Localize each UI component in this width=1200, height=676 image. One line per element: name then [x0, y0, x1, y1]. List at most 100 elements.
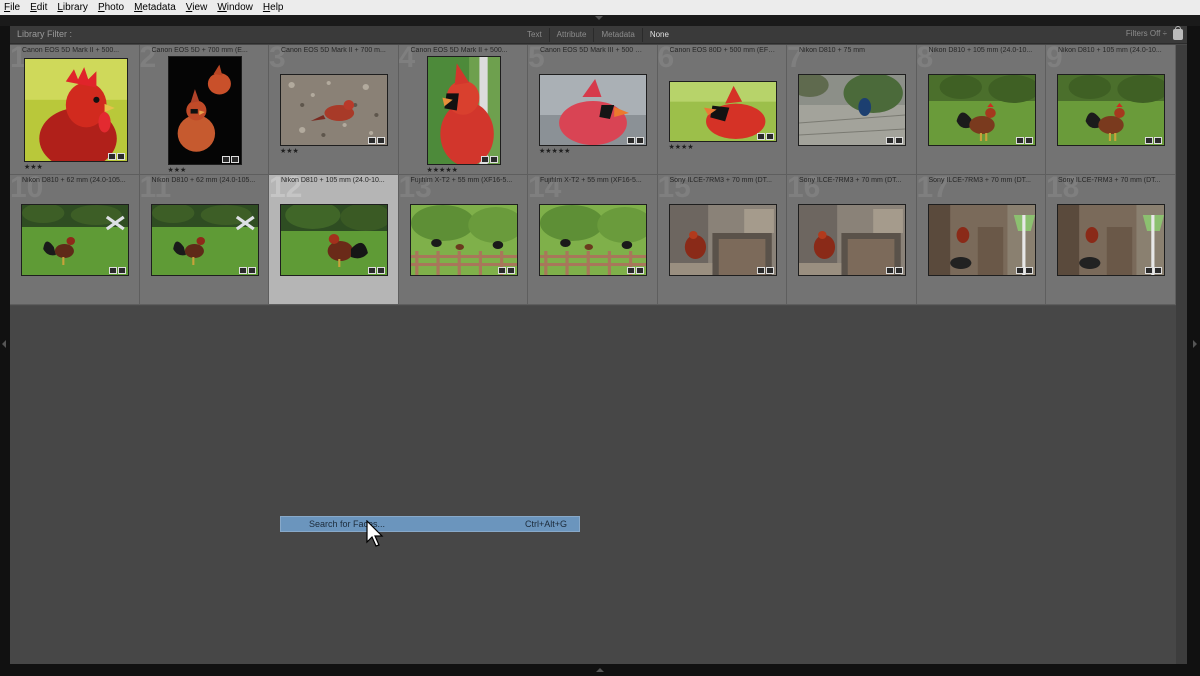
edit-badge-icon[interactable] — [480, 156, 489, 163]
photo-thumbnail[interactable] — [24, 58, 128, 162]
edit-badge-icon[interactable] — [1024, 137, 1033, 144]
filters-off-dropdown[interactable]: Filters Off ÷ — [1126, 29, 1167, 38]
thumbnail-cell[interactable]: 2 Canon EOS 5D + 700 mm (E... ★★★ — [139, 45, 269, 175]
search-for-faces-menu-item[interactable]: Search for Faces... Ctrl+Alt+G — [280, 516, 580, 532]
edit-badge-icon[interactable] — [627, 267, 635, 274]
photo-thumbnail[interactable] — [21, 204, 129, 276]
photo-thumbnail[interactable] — [280, 204, 388, 276]
metadata-badges[interactable] — [627, 137, 644, 144]
thumbnail-cell[interactable]: 5 Canon EOS 5D Mark III + 500 m... ★★★★★ — [528, 45, 658, 175]
metadata-badges[interactable] — [480, 156, 498, 163]
star-rating[interactable]: ★★★ — [280, 147, 299, 155]
metadata-badges[interactable] — [756, 133, 774, 140]
top-panel-toggle[interactable] — [0, 15, 1200, 26]
edit-badge-icon[interactable] — [221, 156, 230, 163]
filter-tab-text[interactable]: Text — [520, 28, 549, 42]
left-panel-toggle-icon[interactable] — [2, 340, 6, 348]
menu-window[interactable]: Window — [217, 0, 253, 15]
metadata-badges[interactable] — [497, 267, 515, 274]
metadata-badges[interactable] — [221, 156, 239, 163]
edit-badge-icon[interactable] — [636, 137, 644, 144]
thumbnail-cell[interactable]: 15 Sony ILCE-7RM3 + 70 mm (DT... — [657, 175, 787, 305]
edit-badge-icon[interactable] — [117, 153, 125, 160]
thumbnail-cell[interactable]: 1 Canon EOS 5D Mark II + 500... ★★★ — [10, 45, 140, 175]
metadata-badges[interactable] — [1145, 267, 1162, 274]
photo-thumbnail[interactable] — [167, 56, 242, 165]
photo-thumbnail[interactable] — [409, 204, 518, 276]
lock-icon[interactable] — [1173, 26, 1183, 40]
star-rating[interactable]: ★★★★★ — [539, 147, 570, 155]
edit-badge-icon[interactable] — [895, 137, 903, 144]
thumbnail-cell[interactable]: 17 Sony ILCE-7RM3 + 70 mm (DT... — [916, 175, 1046, 305]
edit-badge-icon[interactable] — [756, 267, 765, 274]
edit-badge-icon[interactable] — [1154, 267, 1162, 274]
thumbnail-cell[interactable]: 3 Canon EOS 5D Mark II + 700 m... ★★★ — [269, 45, 399, 175]
thumbnail-cell[interactable]: 12 Nikon D810 + 105 mm (24.0-10... — [269, 175, 399, 305]
thumbnail-cell[interactable]: 8 Nikon D810 + 105 mm (24.0-10... — [916, 45, 1046, 175]
photo-thumbnail[interactable] — [539, 74, 647, 146]
metadata-badges[interactable] — [368, 137, 385, 144]
star-rating[interactable]: ★★★★★ — [427, 166, 458, 174]
edit-badge-icon[interactable] — [377, 137, 385, 144]
edit-badge-icon[interactable] — [636, 267, 644, 274]
edit-badge-icon[interactable] — [368, 137, 376, 144]
edit-badge-icon[interactable] — [497, 267, 506, 274]
photo-thumbnail[interactable] — [798, 204, 906, 276]
filter-tab-none[interactable]: None — [641, 28, 676, 42]
photo-thumbnail[interactable] — [1057, 204, 1165, 276]
edit-badge-icon[interactable] — [895, 267, 903, 274]
edit-badge-icon[interactable] — [1145, 267, 1153, 274]
filter-tab-metadata[interactable]: Metadata — [593, 28, 641, 42]
photo-thumbnail[interactable] — [426, 56, 501, 165]
edit-badge-icon[interactable] — [230, 156, 239, 163]
edit-badge-icon[interactable] — [108, 153, 116, 160]
metadata-badges[interactable] — [886, 137, 903, 144]
metadata-badges[interactable] — [886, 267, 903, 274]
filter-tab-attribute[interactable]: Attribute — [548, 28, 594, 42]
metadata-badges[interactable] — [108, 153, 125, 160]
thumbnail-cell[interactable]: 18 Sony ILCE-7RM3 + 70 mm (DT... — [1046, 175, 1176, 305]
metadata-badges[interactable] — [756, 267, 774, 274]
photo-thumbnail[interactable] — [150, 204, 259, 276]
edit-badge-icon[interactable] — [765, 267, 774, 274]
metadata-badges[interactable] — [1015, 137, 1033, 144]
star-rating[interactable]: ★★★ — [168, 166, 187, 174]
star-rating[interactable]: ★★★ — [24, 163, 43, 171]
edit-badge-icon[interactable] — [765, 133, 774, 140]
photo-thumbnail[interactable] — [927, 74, 1036, 146]
star-rating[interactable]: ★★★★ — [669, 143, 694, 151]
edit-badge-icon[interactable] — [627, 137, 635, 144]
edit-badge-icon[interactable] — [1024, 267, 1033, 274]
menu-help[interactable]: Help — [263, 0, 284, 15]
photo-thumbnail[interactable] — [927, 204, 1036, 276]
thumbnail-cell[interactable]: 11 Nikon D810 + 62 mm (24.0-105... — [139, 175, 269, 305]
right-panel-toggle-icon[interactable] — [1193, 340, 1197, 348]
edit-badge-icon[interactable] — [238, 267, 247, 274]
metadata-badges[interactable] — [238, 267, 256, 274]
menu-photo[interactable]: Photo — [98, 0, 124, 15]
edit-badge-icon[interactable] — [118, 267, 126, 274]
thumbnail-cell[interactable]: 10 Nikon D810 + 62 mm (24.0-105... — [10, 175, 140, 305]
edit-badge-icon[interactable] — [247, 267, 256, 274]
photo-thumbnail[interactable] — [280, 74, 388, 146]
menu-metadata[interactable]: Metadata — [134, 0, 176, 15]
edit-badge-icon[interactable] — [1015, 137, 1024, 144]
photo-thumbnail[interactable] — [539, 204, 647, 276]
metadata-badges[interactable] — [109, 267, 126, 274]
edit-badge-icon[interactable] — [886, 267, 894, 274]
metadata-badges[interactable] — [368, 267, 385, 274]
edit-badge-icon[interactable] — [1154, 137, 1162, 144]
edit-badge-icon[interactable] — [1015, 267, 1024, 274]
menu-file[interactable]: File — [4, 0, 20, 15]
edit-badge-icon[interactable] — [756, 133, 765, 140]
menu-view[interactable]: View — [186, 0, 208, 15]
edit-badge-icon[interactable] — [1145, 137, 1153, 144]
bottom-panel-toggle-icon[interactable] — [596, 668, 604, 672]
thumbnail-cell[interactable]: 16 Sony ILCE-7RM3 + 70 mm (DT... — [787, 175, 917, 305]
thumbnail-cell[interactable]: 14 Fujifilm X-T2 + 55 mm (XF16-5... — [528, 175, 658, 305]
edit-badge-icon[interactable] — [506, 267, 515, 274]
thumbnail-cell[interactable]: 13 Fujifilm X-T2 + 55 mm (XF16-5... — [398, 175, 528, 305]
metadata-badges[interactable] — [1015, 267, 1033, 274]
edit-badge-icon[interactable] — [368, 267, 376, 274]
grid-scrollbar[interactable] — [1176, 45, 1187, 664]
